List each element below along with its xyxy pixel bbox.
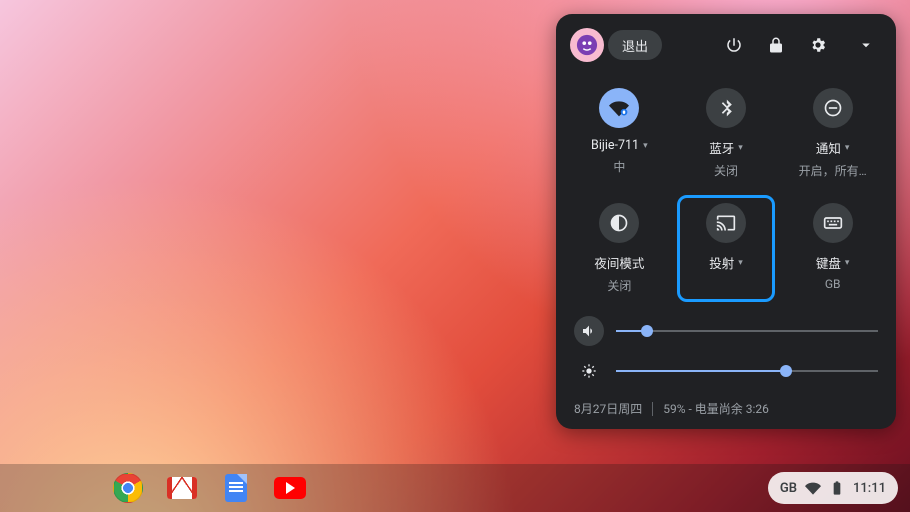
tile-keyboard[interactable]: 键盘 ▾ GB	[783, 195, 882, 302]
tray-wifi-icon	[805, 480, 821, 496]
status-tray[interactable]: GB 11:11	[768, 472, 898, 504]
chevron-down-icon: ▾	[845, 258, 850, 268]
power-icon[interactable]	[718, 29, 750, 61]
app-chrome[interactable]	[112, 472, 144, 504]
volume-slider[interactable]	[616, 320, 878, 342]
chevron-down-icon: ▾	[738, 143, 743, 153]
cast-icon	[706, 203, 746, 243]
panel-header: 退出	[570, 28, 882, 62]
tile-label-text: 通知	[816, 138, 841, 157]
tile-sub-text: 关闭	[714, 162, 738, 179]
wifi-icon	[599, 88, 639, 128]
app-docs[interactable]	[220, 472, 252, 504]
tile-sub-text: 中	[613, 158, 625, 175]
avatar[interactable]	[570, 28, 604, 62]
panel-footer: 8月27日周四 59% - 电量尚余 3:26	[570, 396, 882, 417]
tile-sub-text: 开启，所有…	[799, 162, 867, 179]
night-light-icon	[599, 203, 639, 243]
chevron-down-icon: ▾	[845, 143, 850, 153]
tiles-grid: Bijie-711 ▾ 中 蓝牙 ▾ 关闭 通知 ▾ 开启，所有… 夜间模式 关闭 投…	[570, 80, 882, 302]
brightness-icon[interactable]	[574, 356, 604, 386]
app-youtube[interactable]	[274, 472, 306, 504]
collapse-icon[interactable]	[850, 29, 882, 61]
keyboard-icon	[813, 203, 853, 243]
volume-row	[574, 316, 878, 346]
signout-button[interactable]: 退出	[608, 30, 662, 60]
dnd-icon	[813, 88, 853, 128]
divider	[652, 402, 653, 416]
app-gmail[interactable]	[166, 472, 198, 504]
tile-notifications[interactable]: 通知 ▾ 开启，所有…	[783, 80, 882, 187]
tile-label-text: 键盘	[816, 253, 841, 272]
chevron-down-icon: ▾	[738, 258, 743, 268]
quick-settings-panel: 退出 Bijie-711 ▾ 中 蓝牙 ▾ 关闭 通知 ▾ 开启，所有… 夜间模式	[556, 14, 896, 429]
tile-label-text: Bijie-711	[591, 138, 639, 153]
bluetooth-icon	[706, 88, 746, 128]
tile-label-text: 夜间模式	[594, 253, 644, 272]
tile-label-text: 蓝牙	[709, 138, 734, 157]
tile-label-text: 投射	[709, 253, 734, 272]
footer-date: 8月27日周四	[574, 400, 642, 417]
tile-wifi[interactable]: Bijie-711 ▾ 中	[570, 80, 669, 187]
lock-icon[interactable]	[760, 29, 792, 61]
brightness-row	[574, 356, 878, 386]
tile-cast[interactable]: 投射 ▾	[677, 195, 776, 302]
tile-sub-text: 关闭	[607, 277, 631, 294]
tile-sub-text: GB	[825, 277, 841, 291]
volume-icon[interactable]	[574, 316, 604, 346]
tray-clock: 11:11	[853, 481, 886, 496]
settings-icon[interactable]	[802, 29, 834, 61]
tile-night-light[interactable]: 夜间模式 关闭	[570, 195, 669, 302]
tray-battery-icon	[829, 480, 845, 496]
chevron-down-icon: ▾	[643, 141, 648, 151]
brightness-slider[interactable]	[616, 360, 878, 382]
shelf-apps	[112, 472, 306, 504]
shelf: GB 11:11	[0, 464, 910, 512]
tile-bluetooth[interactable]: 蓝牙 ▾ 关闭	[677, 80, 776, 187]
footer-battery: 59% - 电量尚余 3:26	[663, 400, 769, 417]
sliders	[570, 316, 882, 386]
tray-ime: GB	[780, 481, 797, 496]
